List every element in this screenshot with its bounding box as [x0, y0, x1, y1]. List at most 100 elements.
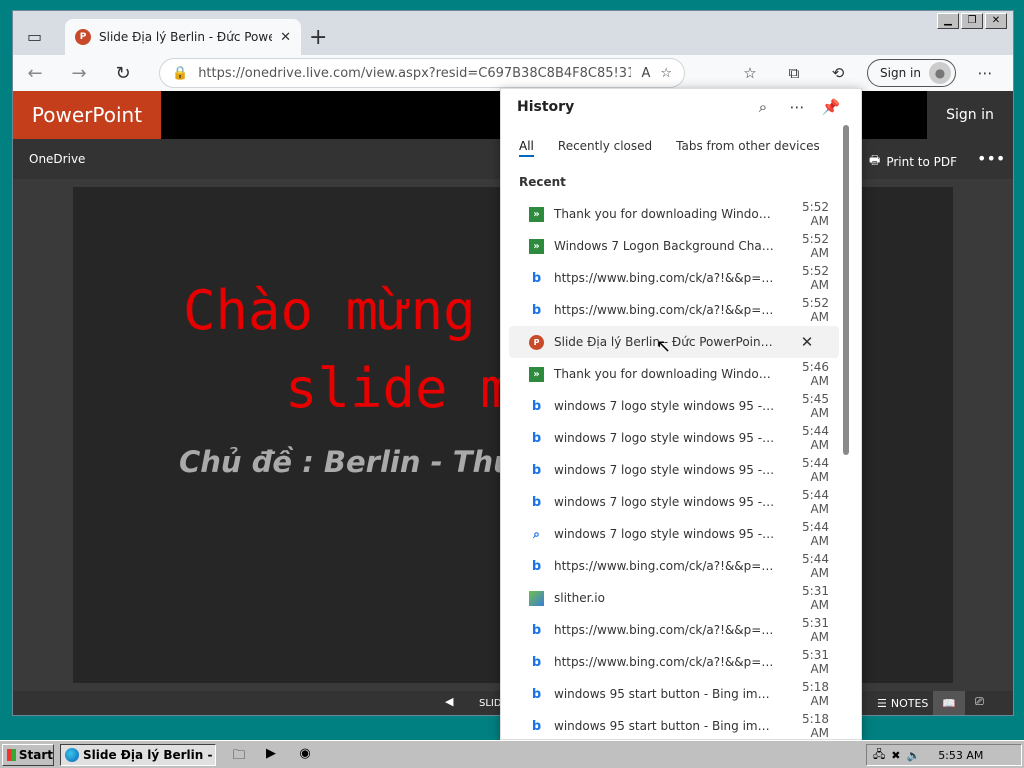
start-label: Start — [18, 748, 53, 762]
forward-icon[interactable]: → — [57, 63, 101, 84]
refresh-icon[interactable]: ↻ — [101, 63, 145, 84]
history-title: History — [517, 99, 575, 115]
notes-label: NOTES — [890, 697, 929, 710]
history-item-title: https://www.bing.com/ck/a?!&&p=4b00c... — [554, 655, 775, 669]
remove-item-close-icon[interactable]: ✕ — [785, 333, 829, 351]
tab-all[interactable]: All — [519, 139, 534, 157]
back-icon[interactable]: ← — [13, 63, 57, 84]
network-error-icon[interactable]: ✖ — [891, 749, 900, 762]
powerpoint-logo[interactable]: PowerPoint — [13, 91, 161, 139]
history-item[interactable]: b windows 7 logo style windows 95 - Bing … — [509, 486, 839, 518]
bing-favicon-icon: b — [531, 654, 542, 670]
history-item[interactable]: b windows 95 start button - Bing images 5:… — [509, 678, 839, 710]
close-window-button[interactable]: ✕ — [985, 13, 1007, 29]
network-icon[interactable]: 🖧 — [873, 746, 885, 765]
tab-close-icon[interactable]: ✕ — [280, 30, 291, 45]
tab-recently-closed[interactable]: Recently closed — [558, 139, 652, 157]
slide-subtitle: Chủ đề : Berlin - Thủ — [179, 445, 514, 479]
reading-view-icon[interactable]: 📖 — [933, 691, 965, 715]
history-item-time: 5:44 AM — [802, 488, 829, 516]
history-item[interactable]: PSlide Địa lý Berlin - Đức PowerPoint.pp… — [509, 326, 839, 358]
history-item[interactable]: b https://www.bing.com/ck/a?!&&p=4b00c...… — [509, 614, 839, 646]
history-tools: ⌕ ⋯ 📌 — [753, 97, 841, 117]
maximize-button[interactable]: ❐ — [961, 13, 983, 29]
history-item-time: 5:52 AM — [802, 200, 829, 228]
history-scrollbar[interactable] — [843, 125, 849, 455]
chrome-icon[interactable]: ◉ — [296, 746, 314, 764]
history-item[interactable]: b windows 7 logo style windows 95 - Bing … — [509, 390, 839, 422]
folder-icon[interactable]: 🗀 — [230, 746, 248, 764]
history-item-time: 5:52 AM — [802, 232, 829, 260]
onedrive-link[interactable]: OneDrive — [29, 152, 85, 166]
history-item-time: 5:18 AM — [802, 712, 829, 740]
history-item-title: windows 7 logo style windows 95 - Bing i… — [554, 399, 775, 413]
history-item[interactable]: » Thank you for downloading Windows 7 L..… — [509, 198, 839, 230]
system-tray: 🖧 ✖ 🔊 5:53 AM — [866, 744, 1022, 766]
download-favicon-icon: » — [529, 206, 544, 222]
add-favorite-icon[interactable]: ☆ — [660, 66, 672, 81]
history-item[interactable]: b https://www.bing.com/ck/a?!&&p=4b00c...… — [509, 646, 839, 678]
slideshow-icon[interactable]: ⎚ — [975, 695, 984, 709]
minimize-button[interactable]: ▁ — [937, 13, 959, 29]
tab-strip: ▭ P Slide Địa lý Berlin - Đức PowerPoint… — [13, 11, 1013, 57]
powerpoint-icon: P — [75, 29, 91, 45]
tab-actions-icon[interactable]: ▭ — [27, 27, 49, 47]
history-item-title: Thank you for downloading Windows 7 L... — [554, 207, 775, 221]
ppt-signin-button[interactable]: Sign in — [927, 91, 1013, 139]
history-item[interactable]: slither.io 5:31 AM — [509, 582, 839, 614]
signin-button[interactable]: Sign in ● — [867, 59, 956, 87]
history-item-title: windows 95 start button - Bing images — [554, 687, 775, 701]
snake-favicon-icon — [529, 590, 544, 606]
read-aloud-icon[interactable]: A — [641, 66, 650, 81]
tab-other-devices[interactable]: Tabs from other devices — [676, 139, 820, 157]
print-pdf-button[interactable]: 🖶 Print to PDF — [869, 151, 957, 172]
history-item-title: windows 7 logo style windows 95 - Bing i… — [554, 431, 775, 445]
history-item[interactable]: b https://www.bing.com/ck/a?!&&p=84e0... 5… — [509, 550, 839, 582]
history-item-time: 5:31 AM — [802, 616, 829, 644]
favorites-icon[interactable]: ☆ — [735, 59, 765, 87]
bing-favicon-icon: b — [531, 302, 542, 318]
collections-icon[interactable]: ⧉ — [779, 59, 809, 87]
pin-icon[interactable]: 📌 — [821, 97, 841, 117]
history-item-time: 5:31 AM — [802, 648, 829, 676]
more-options-icon[interactable]: ⋯ — [787, 97, 807, 117]
history-item[interactable]: » Thank you for downloading Windows 7 L..… — [509, 358, 839, 390]
history-item[interactable]: b https://www.bing.com/ck/a?!&&p=84e0... 5… — [509, 294, 839, 326]
history-item-time: 5:45 AM — [802, 392, 829, 420]
settings-more-icon[interactable]: ⋯ — [970, 59, 1000, 87]
ppt-more-icon[interactable]: ••• — [977, 149, 1005, 168]
volume-icon[interactable]: 🔊 — [906, 749, 920, 762]
media-player-icon[interactable]: ▶ — [262, 746, 280, 764]
history-item-time: 5:52 AM — [802, 296, 829, 324]
history-item[interactable]: b windows 7 logo style windows 95 - Bing … — [509, 454, 839, 486]
recent-section-label: Recent — [519, 175, 566, 189]
history-item[interactable]: b https://www.bing.com/ck/a?!&&p=84e0... 5… — [509, 262, 839, 294]
address-bar[interactable]: 🔒 https://onedrive.live.com/view.aspx?re… — [159, 58, 685, 88]
history-item[interactable]: ⌕ windows 7 logo style windows 95 - Searc… — [509, 518, 839, 550]
history-item-time: 5:44 AM — [802, 456, 829, 484]
history-item[interactable]: b windows 7 logo style windows 95 - Bing … — [509, 422, 839, 454]
history-item[interactable]: » Windows 7 Logon Background Changer -...… — [509, 230, 839, 262]
tab-active[interactable]: P Slide Địa lý Berlin - Đức PowerPoint.p… — [65, 19, 301, 55]
bing-favicon-icon: b — [531, 462, 542, 478]
url-text[interactable]: https://onedrive.live.com/view.aspx?resi… — [198, 66, 631, 81]
bing-favicon-icon: b — [531, 398, 542, 414]
ppt-favicon-icon: P — [529, 334, 544, 350]
new-tab-button[interactable]: + — [309, 25, 327, 50]
start-button[interactable]: Start — [2, 744, 54, 766]
windows-logo-icon — [7, 749, 16, 761]
history-item-title: https://www.bing.com/ck/a?!&&p=84e0... — [554, 271, 775, 285]
history-icon[interactable]: ⟲ — [823, 59, 853, 87]
tab-title: Slide Địa lý Berlin - Đức PowerPoint.ppt… — [99, 30, 272, 44]
bing-favicon-icon: b — [531, 622, 542, 638]
history-item-title: https://www.bing.com/ck/a?!&&p=4b00c... — [554, 623, 775, 637]
prev-slide-icon[interactable]: ◀ — [445, 695, 453, 708]
print-label: Print to PDF — [886, 154, 957, 169]
search-icon[interactable]: ⌕ — [753, 97, 773, 117]
notes-button[interactable]: ☰ NOTES — [877, 697, 928, 710]
history-item[interactable]: b windows 95 start button - Bing images 5:… — [509, 710, 839, 742]
slide-title-line1: Chào mừng — [183, 279, 476, 342]
lock-icon[interactable]: 🔒 — [172, 66, 188, 81]
clock: 5:53 AM — [938, 748, 984, 762]
taskbar-edge-window[interactable]: Slide Địa lý Berlin - Đ... — [60, 744, 216, 766]
